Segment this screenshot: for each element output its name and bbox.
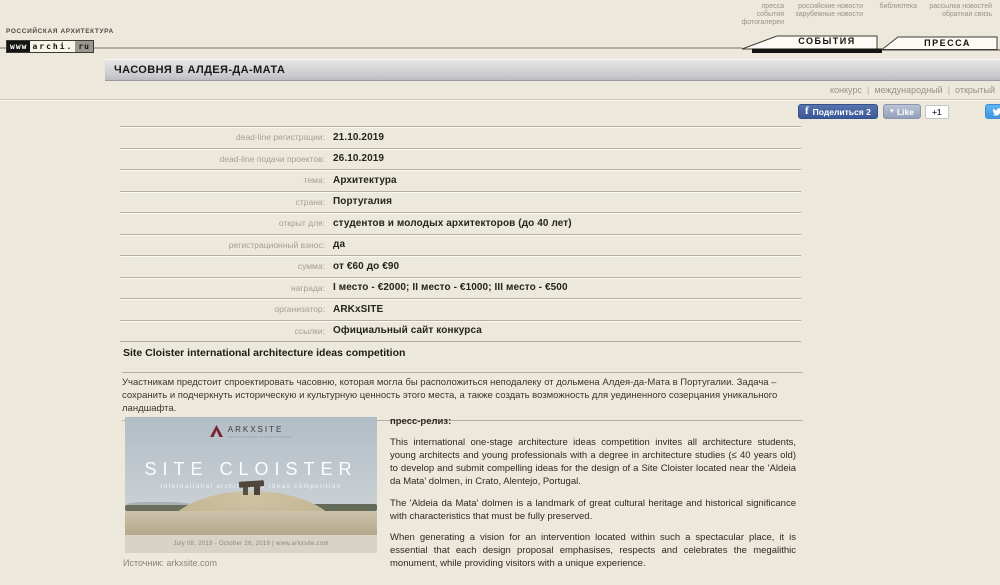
- category-link-contest[interactable]: конкурс: [830, 85, 862, 95]
- table-row: открыт для: студентов и молодых архитект…: [120, 212, 801, 234]
- table-row: тема: Архитектура: [120, 169, 801, 191]
- nav-link-photogalleries[interactable]: фотогалереи: [742, 19, 785, 27]
- detail-value: ARKxSITE: [333, 304, 383, 315]
- detail-label: регистрационный взнос:: [120, 240, 333, 250]
- facebook-share-label: Поделиться: [813, 107, 864, 117]
- detail-value: Португалия: [333, 196, 392, 207]
- detail-value: от €60 до €90: [333, 261, 399, 272]
- detail-value: 21.10.2019: [333, 132, 384, 143]
- table-row: сумма: от €60 до €90: [120, 255, 801, 277]
- facebook-share-button[interactable]: f Поделиться 2: [798, 104, 878, 119]
- site-logo[interactable]: www archi. ru: [6, 40, 94, 53]
- nav-link-library[interactable]: библиотека: [880, 3, 917, 11]
- tweet-button[interactable]: Tweet: [985, 104, 1000, 119]
- category-separator: |: [948, 85, 950, 95]
- google-plus-one-button[interactable]: +1: [925, 105, 949, 119]
- source-label: Источник:: [123, 558, 164, 568]
- table-row: регистрационный взнос: да: [120, 234, 801, 256]
- facebook-icon: f: [805, 106, 809, 117]
- tab-events[interactable]: СОБЫТИЯ: [777, 36, 877, 46]
- horizontal-divider: [0, 99, 1000, 100]
- logo-archi: archi.: [30, 41, 75, 52]
- press-release: пресс-релиз: This international one-stag…: [390, 415, 796, 578]
- topnav-column-2: российские новости зарубежные новости: [795, 3, 863, 19]
- arkxsite-triangle-icon: [210, 425, 223, 437]
- poster-dolmen: [238, 481, 266, 495]
- detail-label: страна:: [120, 197, 333, 207]
- table-row: dead-line подачи проектов: 26.10.2019: [120, 148, 801, 170]
- detail-value: I место - €2000; II место - €1000; III м…: [333, 282, 568, 293]
- detail-label: награда:: [120, 283, 333, 293]
- press-paragraph: This international one-stage architectur…: [390, 436, 796, 488]
- table-row: страна: Португалия: [120, 191, 801, 213]
- poster-brand-subtitle: architecture competitions: [228, 434, 292, 440]
- category-separator: |: [867, 85, 869, 95]
- title-bar: ЧАСОВНЯ В АЛДЕЯ-ДА-МАТА: [105, 59, 1000, 81]
- nav-link-foreign-news[interactable]: зарубежные новости: [795, 11, 863, 19]
- source-link[interactable]: arkxsite.com: [166, 558, 217, 568]
- poster-ground: [125, 511, 377, 535]
- nav-link-newsletter[interactable]: рассылка новостей: [929, 3, 992, 11]
- facebook-share-count: 2: [866, 107, 871, 117]
- detail-label: dead-line регистрации:: [120, 132, 333, 142]
- table-row: награда: I место - €2000; II место - €10…: [120, 277, 801, 299]
- detail-label: dead-line подачи проектов:: [120, 154, 333, 164]
- poster-title: SITE CLOISTER: [125, 459, 377, 480]
- official-site-link[interactable]: Официальный сайт конкурса: [333, 325, 482, 336]
- detail-value: да: [333, 239, 345, 250]
- category-link-international[interactable]: международный: [874, 85, 942, 95]
- detail-label: сумма:: [120, 261, 333, 271]
- category-links: конкурс | международный | открытый: [830, 85, 995, 95]
- topnav-column-1: пресса события фотогалереи: [742, 3, 785, 27]
- social-buttons: f Поделиться 2 ♥ Like +1 Tweet: [798, 104, 1000, 119]
- detail-label: организатор:: [120, 304, 333, 314]
- like-label: Like: [897, 107, 914, 117]
- poster-dates-band: July 08, 2019 - October 26, 2019 | www.a…: [125, 535, 377, 553]
- like-button[interactable]: ♥ Like: [883, 104, 921, 119]
- like-icon: ♥: [890, 108, 894, 115]
- logo-ru: ru: [75, 41, 93, 52]
- nav-link-events[interactable]: события: [742, 11, 785, 19]
- nav-link-russian-news[interactable]: российские новости: [795, 3, 863, 11]
- table-row: ссылки: Официальный сайт конкурса: [120, 320, 801, 342]
- article-heading: Site Cloister international architecture…: [123, 347, 405, 359]
- nav-link-press[interactable]: пресса: [742, 3, 785, 11]
- press-paragraph: When generating a vision for an interven…: [390, 531, 796, 570]
- category-link-open[interactable]: открытый: [955, 85, 995, 95]
- source-line: Источник: arkxsite.com: [123, 558, 217, 568]
- table-row: организатор: ARKxSITE: [120, 298, 801, 320]
- poster-brand-name: ARKXSITE: [228, 425, 292, 434]
- detail-value: Архитектура: [333, 175, 397, 186]
- nav-link-feedback[interactable]: обратная связь: [929, 11, 992, 19]
- detail-value: 26.10.2019: [333, 153, 384, 164]
- detail-label: ссылки:: [120, 326, 333, 336]
- detail-label: тема:: [120, 175, 333, 185]
- table-row: dead-line регистрации: 21.10.2019: [120, 126, 801, 148]
- press-release-label: пресс-релиз:: [390, 415, 796, 428]
- poster-brand-text: ARKXSITE architecture competitions: [228, 425, 292, 440]
- dolmen-capstone: [239, 480, 264, 488]
- twitter-bird-icon: [992, 107, 1000, 117]
- tab-press[interactable]: ПРЕССА: [898, 38, 997, 48]
- dolmen-stone: [254, 486, 260, 495]
- competition-poster-image[interactable]: ARKXSITE architecture competitions SITE …: [125, 417, 377, 553]
- detail-value: студентов и молодых архитекторов (до 40 …: [333, 218, 572, 229]
- competition-details-table: dead-line регистрации: 21.10.2019 dead-l…: [120, 126, 801, 342]
- topnav-column-4: рассылка новостей обратная связь: [929, 3, 992, 19]
- topnav-column-3: библиотека: [880, 3, 917, 11]
- page: пресса события фотогалереи российские но…: [0, 0, 1000, 585]
- page-title: ЧАСОВНЯ В АЛДЕЯ-ДА-МАТА: [105, 60, 1000, 80]
- poster-brand-logo: ARKXSITE architecture competitions: [125, 425, 377, 440]
- press-paragraph: The 'Aldeia da Mata' dolmen is a landmar…: [390, 497, 796, 523]
- logo-www: www: [7, 41, 30, 52]
- detail-label: открыт для:: [120, 218, 333, 228]
